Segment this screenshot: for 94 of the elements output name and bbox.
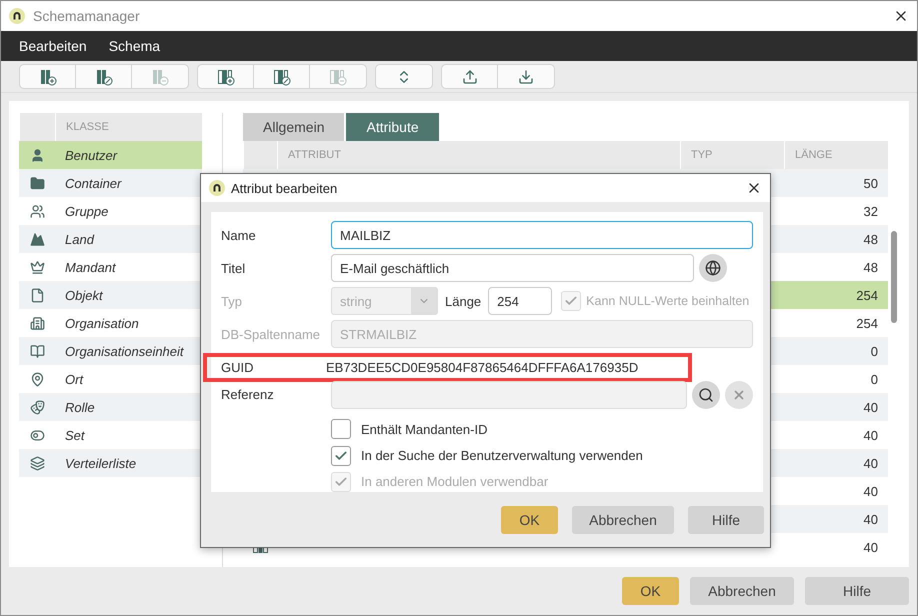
table-cell: 254 [856, 288, 878, 302]
group-icon [30, 204, 44, 218]
class-row[interactable]: Land [19, 225, 202, 253]
class-label: Objekt [64, 288, 103, 302]
globe-icon [705, 260, 721, 276]
table-cell: 40 [864, 428, 878, 442]
class-row[interactable]: Rolle [19, 393, 202, 421]
checkbox-label: In anderen Modulen verwendbar [361, 474, 548, 490]
class-label: Gruppe [64, 204, 108, 218]
checkbox-label: Kann NULL-Werte beinhalten [586, 294, 750, 308]
class-row[interactable]: Container [19, 169, 202, 197]
menu-item[interactable]: Schema [100, 38, 168, 54]
clear-button[interactable] [725, 380, 753, 409]
class-label: Container [64, 176, 122, 190]
dialog-button[interactable]: OK [501, 506, 558, 534]
upload-icon [462, 68, 478, 84]
field-label: Länge [444, 294, 482, 308]
dialog-button[interactable]: Hilfe [805, 577, 909, 605]
check-icon [334, 448, 348, 463]
globe-button[interactable] [699, 254, 727, 282]
column-icon [216, 68, 234, 86]
field-label: DB-Spaltenname [221, 326, 321, 342]
search-icon [698, 386, 714, 403]
table-cell: 48 [864, 260, 878, 274]
book-icon [30, 344, 44, 358]
app-logo-icon [9, 8, 25, 24]
guid-value: EB73DEE5CD0E95804F87865464DFFFA6A176935D [326, 360, 638, 375]
class-label: Verteilerliste [64, 456, 136, 470]
pin-icon [30, 372, 44, 386]
class-row[interactable]: Objekt [19, 281, 202, 309]
search-button[interactable] [692, 380, 720, 409]
user-icon [30, 148, 44, 162]
class-label: Ort [64, 372, 84, 386]
layers-icon [30, 456, 44, 470]
column-icon [151, 68, 169, 86]
class-row[interactable]: Organisationseinheit [19, 337, 202, 365]
class-row[interactable]: Benutzer [19, 141, 202, 169]
field-label: Referenz [221, 387, 275, 402]
name-field[interactable]: MAILBIZ [331, 221, 753, 249]
table-cell: 0 [870, 372, 878, 386]
crown-icon [30, 260, 44, 274]
file-icon [30, 288, 44, 302]
building-icon [30, 316, 44, 330]
dialog-button[interactable]: Abbrechen [690, 577, 794, 605]
app-logo-icon [209, 180, 225, 196]
table-cell: 48 [864, 232, 878, 246]
masks-icon [30, 400, 44, 414]
checkbox-label: Enthält Mandanten-ID [361, 422, 488, 437]
table-cell: 254 [856, 316, 878, 330]
table-cell: 32 [864, 204, 878, 218]
tab[interactable]: Attribute [346, 113, 439, 141]
checkbox[interactable] [331, 419, 351, 440]
scrollbar-thumb[interactable] [891, 231, 897, 323]
table-cell: 40 [864, 456, 878, 470]
column-icon [329, 68, 347, 86]
dialog-button[interactable]: Hilfe [688, 506, 764, 534]
clear-icon [732, 388, 746, 402]
column-icon [272, 68, 290, 86]
field-label: GUID [221, 360, 254, 375]
tab[interactable]: Allgemein [243, 113, 344, 141]
table-cell: 40 [864, 512, 878, 526]
class-label: Benutzer [64, 148, 118, 162]
column-icon [38, 68, 56, 86]
class-label: Set [64, 428, 85, 442]
table-cell: 0 [870, 344, 878, 358]
table-cell: 40 [864, 540, 878, 554]
class-label: Mandant [64, 260, 116, 274]
field-label: Titel [221, 260, 246, 276]
column-icon [94, 68, 112, 86]
dialog-button[interactable]: Abbrechen [572, 506, 674, 534]
mountain-icon [30, 232, 44, 246]
table-cell: 40 [864, 400, 878, 414]
class-label: Land [64, 232, 94, 246]
download-icon [518, 68, 534, 84]
title-field[interactable]: E-Mail geschäftlich [331, 254, 694, 282]
class-label: Rolle [64, 400, 95, 414]
folder-icon [30, 176, 44, 190]
field-label: Typ [221, 294, 243, 308]
length-field[interactable]: 254 [488, 287, 552, 315]
class-label: Organisationseinheit [64, 344, 184, 358]
toggle-icon [30, 428, 44, 442]
check-icon [564, 294, 578, 308]
menu-item[interactable]: Bearbeiten [11, 38, 95, 54]
dialog-button[interactable]: OK [622, 577, 679, 605]
class-row[interactable]: Verteilerliste [19, 449, 202, 477]
dialog-title: Attribut bearbeiten [231, 180, 338, 196]
checkbox-label: In der Suche der Benutzerverwaltung verwenden [361, 448, 643, 464]
table-cell: 40 [864, 484, 878, 498]
field-label: Name [221, 228, 257, 242]
window-title: Schemamanager [33, 8, 141, 24]
class-label: Organisation [64, 316, 139, 330]
check-icon [334, 474, 348, 489]
table-cell: 50 [864, 176, 878, 190]
checkbox[interactable] [331, 446, 351, 466]
